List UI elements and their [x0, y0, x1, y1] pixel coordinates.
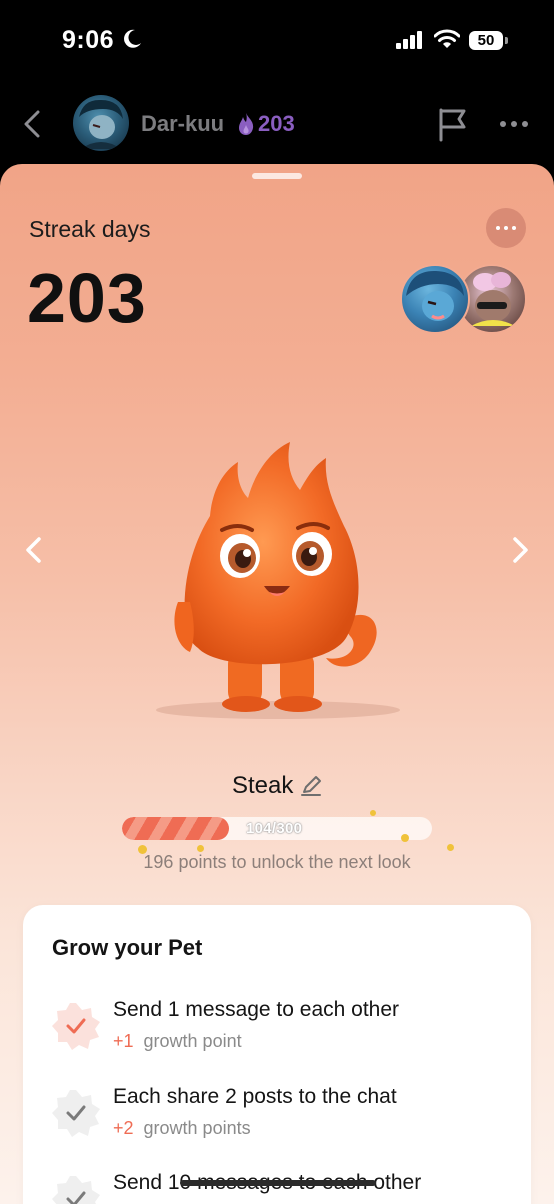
task-reward: +1 growth point	[113, 1031, 242, 1052]
avatar	[400, 264, 470, 334]
avatar[interactable]	[73, 95, 129, 151]
streak-count: 203	[27, 259, 147, 337]
task-reward: +2 growth points	[113, 1118, 251, 1139]
grow-title: Grow your Pet	[52, 935, 203, 960]
wifi-icon	[434, 29, 460, 48]
sparkle-decoration	[197, 845, 204, 852]
flag-icon[interactable]	[436, 106, 470, 142]
grow-pet-card: Grow your Pet Send 1 message to each oth…	[23, 905, 531, 1204]
back-button[interactable]	[16, 104, 48, 144]
growth-progress-fill	[122, 817, 230, 840]
task-item: Send 1 message to each other +1 growth po…	[23, 995, 531, 1075]
sparkle-decoration	[401, 834, 409, 842]
moon-icon	[124, 29, 141, 48]
purple-flame-icon	[239, 113, 254, 135]
signal-icon	[396, 31, 422, 49]
pet-name[interactable]: Steak	[232, 772, 293, 800]
chat-header: Dar-kuu 203	[0, 84, 554, 164]
battery-level: 50	[469, 31, 503, 50]
contact-name[interactable]: Dar-kuu	[141, 111, 224, 137]
status-bar: 9:06 50	[0, 0, 554, 84]
ellipsis-icon[interactable]	[496, 106, 532, 142]
task-title: Send 1 message to each other	[113, 998, 400, 1021]
task-item: Each share 2 posts to the chat +2 growth …	[23, 1082, 531, 1162]
growth-progress-bar: 104/300	[122, 817, 432, 840]
chevron-left-icon[interactable]	[20, 534, 48, 566]
drag-handle[interactable]	[252, 173, 302, 179]
chevron-right-icon[interactable]	[506, 534, 534, 566]
reward-label: growth points	[143, 1118, 251, 1138]
unlock-hint: 196 points to unlock the next look	[143, 852, 411, 872]
sparkle-decoration	[370, 810, 376, 816]
sparkle-decoration	[447, 844, 454, 851]
header-streak: 203	[236, 111, 295, 137]
pet-character[interactable]	[150, 432, 410, 732]
reward-points: +2	[113, 1118, 134, 1138]
reward-points: +1	[113, 1031, 134, 1051]
pencil-icon[interactable]	[299, 774, 323, 798]
reward-label: growth point	[143, 1031, 242, 1051]
streak-label: Streak days	[29, 216, 151, 242]
task-item: Send 10 messages to each other	[23, 1168, 531, 1204]
sheet-more-button[interactable]	[486, 208, 526, 248]
growth-progress-text: 104/300	[246, 820, 303, 837]
check-badge-icon	[52, 1090, 100, 1137]
home-indicator	[180, 1180, 376, 1186]
status-time: 9:06	[62, 26, 115, 54]
check-badge-icon	[52, 1003, 100, 1050]
battery-icon: 50	[469, 31, 509, 51]
task-title: Each share 2 posts to the chat	[113, 1085, 397, 1108]
pet-sheet: Streak days 203 Steak 104/300 196 points…	[0, 164, 554, 1204]
header-streak-count: 203	[258, 111, 295, 136]
